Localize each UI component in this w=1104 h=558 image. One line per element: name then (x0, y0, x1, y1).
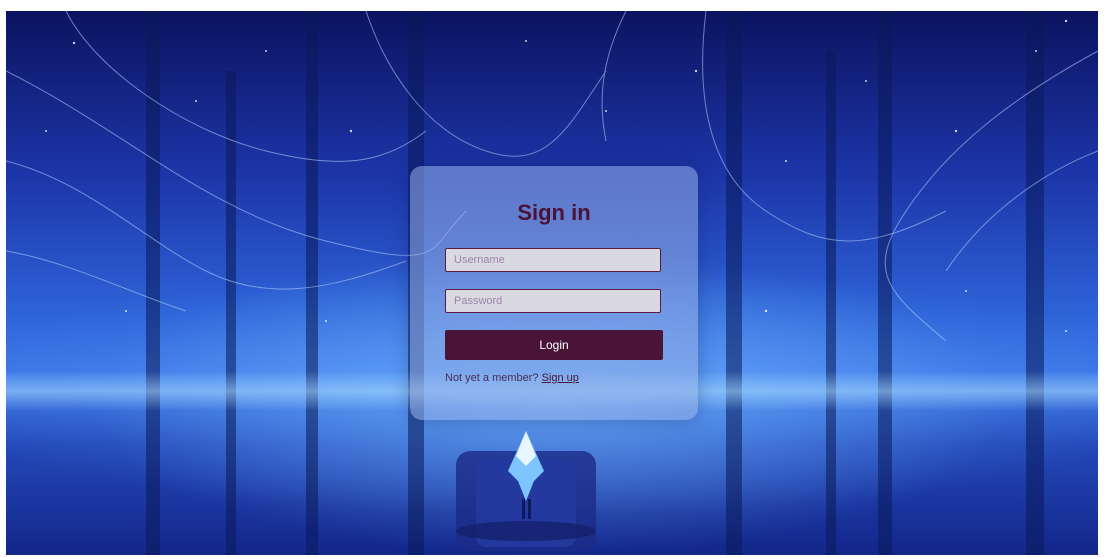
password-input[interactable] (445, 289, 661, 313)
glowing-figure-illustration (456, 431, 596, 551)
signup-prompt-text: Not yet a member? (445, 372, 539, 384)
username-input[interactable] (445, 248, 661, 272)
signin-title: Sign in (517, 200, 591, 225)
signin-card: Sign in Login Not yet a member? Sign up (410, 166, 698, 420)
login-button[interactable]: Login (445, 330, 663, 360)
signup-link[interactable]: Sign up (542, 372, 579, 384)
signup-prompt: Not yet a member? Sign up (445, 372, 579, 384)
